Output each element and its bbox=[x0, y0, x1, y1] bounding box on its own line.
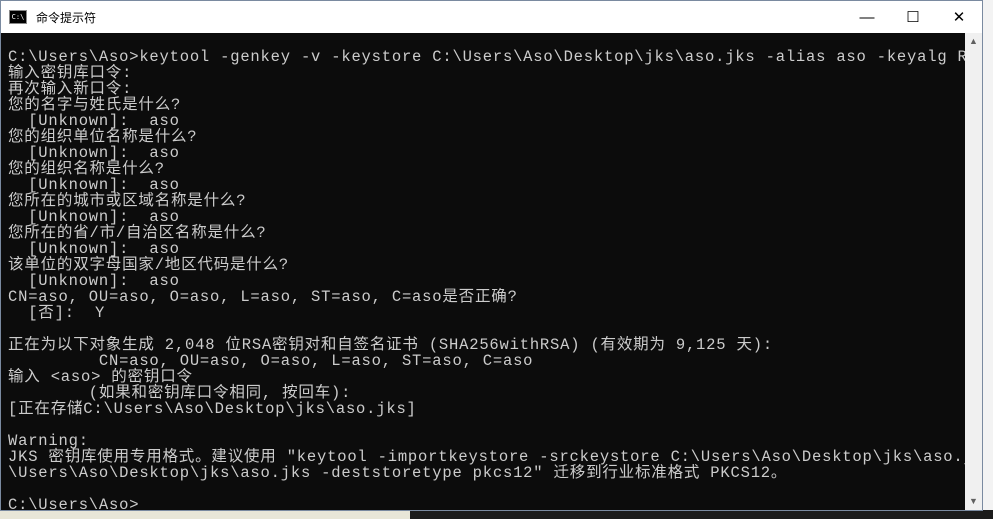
console-line: 该单位的双字母国家/地区代码是什么? bbox=[8, 256, 290, 274]
console-line: 您所在的城市或区域名称是什么? bbox=[8, 192, 247, 210]
console-line: 您的名字与姓氏是什么? bbox=[8, 96, 182, 114]
console-line: 您的组织名称是什么? bbox=[8, 160, 165, 178]
title-bar[interactable]: C:\ 命令提示符 — ☐ ✕ bbox=[1, 1, 982, 33]
console-line: [正在存储C:\Users\Aso\Desktop\jks\aso.jks] bbox=[8, 400, 417, 418]
console-line: [否]: Y bbox=[8, 304, 106, 322]
console-line: 输入密钥库口令: bbox=[8, 64, 133, 82]
console-line: (如果和密钥库口令相同, 按回车): bbox=[8, 384, 352, 402]
console-line: [Unknown]: aso bbox=[8, 272, 180, 290]
console-line: \Users\Aso\Desktop\jks\aso.jks -deststor… bbox=[8, 464, 788, 482]
console-line: [Unknown]: aso bbox=[8, 176, 180, 194]
console-line: 您所在的省/市/自治区名称是什么? bbox=[8, 224, 267, 242]
console-line: [Unknown]: aso bbox=[8, 240, 180, 258]
console-line: CN=aso, OU=aso, O=aso, L=aso, ST=aso, C=… bbox=[8, 352, 534, 370]
console-line: CN=aso, OU=aso, O=aso, L=aso, ST=aso, C=… bbox=[8, 288, 518, 306]
maximize-button[interactable]: ☐ bbox=[890, 1, 936, 33]
console-line: [Unknown]: aso bbox=[8, 208, 180, 226]
scroll-down-icon[interactable]: ▼ bbox=[965, 493, 982, 510]
background-window bbox=[410, 510, 993, 519]
console-line: JKS 密钥库使用专用格式。建议使用 "keytool -importkeyst… bbox=[8, 448, 966, 466]
console-line: C:\Users\Aso>keytool -genkey -v -keystor… bbox=[8, 49, 966, 66]
cmd-window: C:\ 命令提示符 — ☐ ✕ C:\Users\Aso>keytool -ge… bbox=[0, 0, 983, 511]
scroll-up-icon[interactable]: ▲ bbox=[965, 33, 982, 50]
console-line: C:\Users\Aso> bbox=[8, 496, 140, 509]
cmd-icon: C:\ bbox=[9, 10, 27, 24]
window-title: 命令提示符 bbox=[36, 10, 97, 25]
console-line: Warning: bbox=[8, 432, 89, 450]
console-line: 再次输入新口令: bbox=[8, 80, 133, 98]
console-output[interactable]: C:\Users\Aso>keytool -genkey -v -keystor… bbox=[8, 49, 966, 509]
minimize-button[interactable]: — bbox=[844, 1, 890, 33]
console-line: 正在为以下对象生成 2,048 位RSA密钥对和自签名证书 (SHA256wit… bbox=[8, 336, 773, 354]
background-window bbox=[983, 0, 993, 519]
close-button[interactable]: ✕ bbox=[936, 1, 982, 33]
vertical-scrollbar[interactable]: ▲ ▼ bbox=[965, 33, 982, 510]
console-line: [Unknown]: aso bbox=[8, 144, 180, 162]
console-line: 您的组织单位名称是什么? bbox=[8, 128, 198, 146]
console-line: [Unknown]: aso bbox=[8, 112, 180, 130]
console-line: 输入 <aso> 的密钥口令 bbox=[8, 368, 193, 386]
